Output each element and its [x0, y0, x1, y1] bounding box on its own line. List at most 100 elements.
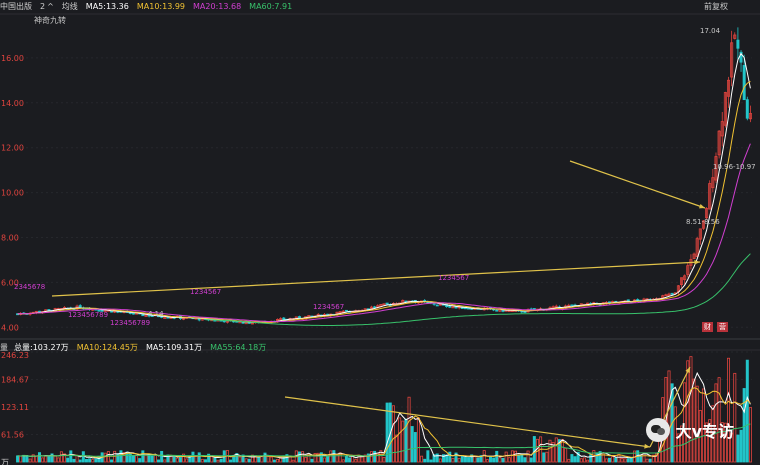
price-tick-label: 16.00 [1, 54, 24, 63]
volume-bar [501, 457, 505, 463]
volume-bar [216, 459, 220, 463]
volume-bar [473, 456, 477, 463]
ma60-value: MA60:7.91 [249, 2, 293, 11]
finance-tag[interactable]: 财 [702, 322, 713, 332]
ma5-value: MA5:13.36 [85, 2, 129, 11]
volume-bar [373, 450, 377, 463]
chevron-up-icon[interactable]: ^ [47, 2, 54, 11]
volume-bar [301, 451, 305, 463]
volume-bar [391, 405, 395, 463]
adjust-button[interactable]: 前复权 [704, 0, 728, 14]
volume-bar [548, 439, 552, 463]
candle-body [47, 309, 51, 311]
high-label: 17.04 [700, 27, 721, 35]
volume-bar [41, 457, 45, 463]
volume-bar [611, 456, 615, 463]
price-tick-label: 12.00 [1, 144, 24, 153]
candle-body [736, 39, 740, 49]
volume-bar [416, 417, 420, 463]
low-label: 4.14 [148, 310, 164, 318]
volume-bar [526, 450, 530, 463]
volume-bar [586, 459, 590, 463]
business-tag[interactable]: 营 [717, 322, 728, 332]
volume-bar [448, 451, 452, 463]
volume-ma10-line [17, 387, 751, 458]
candle-body [448, 305, 452, 308]
volume-bar [44, 455, 48, 463]
volume-bar [517, 455, 521, 463]
volume-bar [382, 457, 386, 463]
price-tick-label: 10.00 [1, 189, 24, 198]
volume-bar [495, 450, 499, 463]
volume-bar [629, 457, 633, 463]
volume-bar [66, 457, 70, 463]
volume-bar [354, 459, 358, 463]
volume-bar [410, 426, 414, 463]
volume-bar [110, 459, 114, 463]
volume-bar [435, 453, 439, 463]
volume-bar [623, 458, 627, 463]
volume-bar [423, 458, 427, 463]
turn-count-label: 123456789 [110, 319, 150, 327]
volume-bar [689, 356, 693, 463]
volume-tick-label: 万 [1, 458, 9, 465]
volume-bar [232, 456, 236, 463]
axis-labels: 16.0014.0012.0010.008.006.004.00246.2318… [1, 54, 29, 465]
volume-bar [429, 459, 433, 463]
volume-bar [398, 417, 402, 463]
volume-bar [263, 452, 267, 463]
volume-total: 总量:103.27万 [14, 343, 69, 352]
volume-bar [194, 456, 198, 463]
volume-bar [84, 459, 88, 463]
grid [0, 13, 760, 435]
volume-bar [34, 455, 38, 463]
volume-tick-label: 61.56 [1, 430, 24, 439]
indicator-label[interactable]: 神奇九转 [34, 15, 66, 26]
volume-bar [567, 458, 571, 463]
volume-bar [344, 455, 348, 463]
ma20-value: MA20:13.68 [193, 2, 242, 11]
volume-bar [492, 457, 496, 463]
volume-label: 量 [0, 343, 8, 352]
volume-bar [385, 402, 389, 463]
volume-bar [160, 450, 164, 463]
stock-name[interactable]: 中国出版 [0, 2, 32, 11]
volume-bar [16, 455, 20, 463]
volume-bar [219, 458, 223, 463]
price-candles [16, 27, 752, 325]
volume-bar [28, 458, 32, 463]
volume-bar [25, 455, 29, 463]
volume-bar [78, 459, 82, 463]
period-count[interactable]: 2 [40, 2, 45, 11]
volume-bar [395, 434, 399, 463]
ma60-line [205, 253, 751, 326]
volume-bar [69, 450, 73, 463]
volume-bar [72, 458, 76, 463]
volume-bar [103, 452, 107, 463]
volume-bar [91, 459, 95, 463]
candle-body [745, 99, 749, 119]
volume-tick-label: 123.11 [1, 403, 29, 412]
volume-bar [88, 458, 92, 463]
volume-bar [510, 450, 514, 463]
volume-bar [203, 459, 207, 463]
volume-bar [185, 458, 189, 463]
volume-bar [47, 455, 51, 463]
volume-bar [135, 455, 139, 463]
turn-count-label: 1234567 [438, 274, 469, 282]
volume-bar [514, 450, 518, 463]
ma10-value: MA10:13.99 [136, 2, 186, 11]
volume-bar [582, 457, 586, 463]
candle-body [373, 306, 377, 309]
wechat-icon [645, 418, 670, 442]
volume-bar [604, 458, 608, 463]
volume-bar [272, 459, 276, 463]
volume-bar [322, 457, 326, 463]
volume-ma55: MA55:64.18万 [210, 343, 267, 352]
volume-bar [175, 457, 179, 463]
volume-bar [276, 458, 280, 463]
volume-bar [451, 458, 455, 463]
kline-chart[interactable]: 16.0014.0012.0010.008.006.004.00246.2318… [0, 0, 760, 465]
volume-bar [532, 436, 536, 463]
volume-trend-arrow-head [644, 443, 650, 449]
